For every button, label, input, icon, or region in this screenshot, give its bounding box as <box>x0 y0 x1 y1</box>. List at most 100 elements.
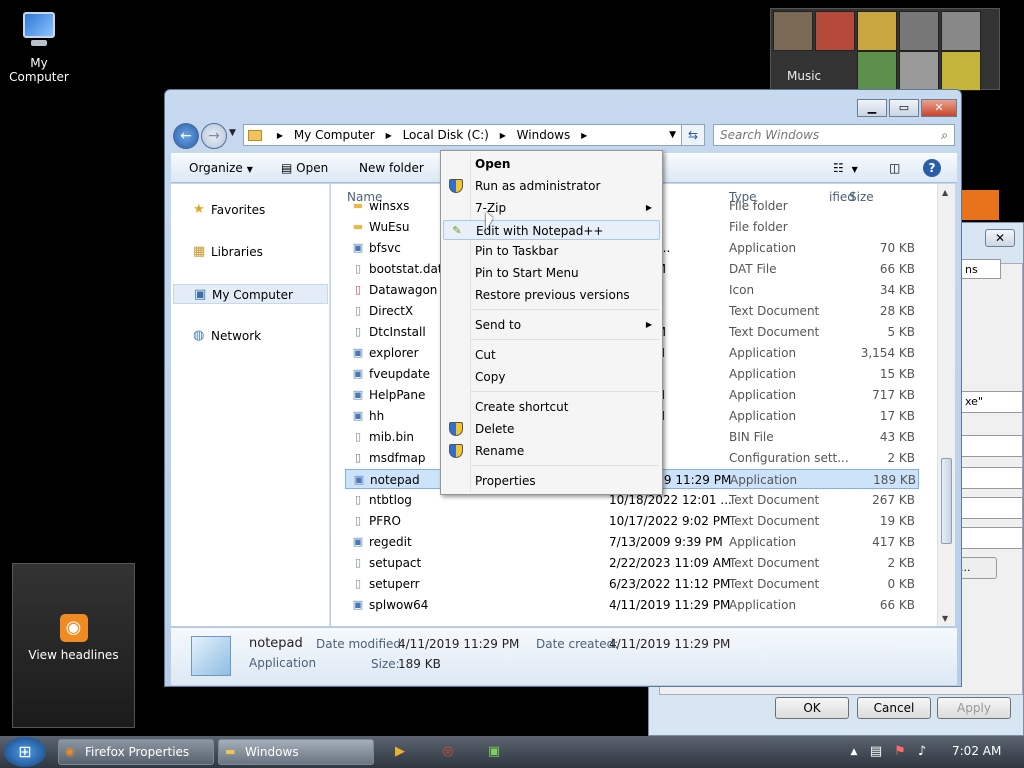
nav-item-libraries[interactable]: ▦ Libraries <box>173 242 328 262</box>
back-button[interactable]: ← <box>173 123 199 149</box>
media-gadget[interactable]: Music <box>770 8 1000 91</box>
details-created-value: 4/11/2019 11:29 PM <box>609 637 731 651</box>
menu-item-create-shortcut[interactable]: Create shortcut <box>443 397 660 417</box>
file-size: 717 KB <box>872 388 915 402</box>
file-size: 417 KB <box>872 535 915 549</box>
file-size: 267 KB <box>872 493 915 507</box>
open-button[interactable]: ▤ Open <box>281 161 328 175</box>
taskbar-firefox-properties[interactable]: ◉ Firefox Properties <box>58 739 214 765</box>
nav-item-network[interactable]: ◍ Network <box>173 326 328 346</box>
table-row[interactable]: ▯ PFRO 10/17/2022 9:02 PM Text Document 19 K… <box>345 511 919 531</box>
file-date: 7/13/2009 9:39 PM <box>609 535 723 549</box>
history-dropdown-icon[interactable]: ▼ <box>229 128 236 138</box>
help-icon[interactable]: ? <box>923 159 941 177</box>
file-size: 28 KB <box>879 304 915 318</box>
file-icon: ▯ <box>354 514 362 527</box>
cancel-button[interactable]: Cancel <box>857 697 931 719</box>
search-input[interactable] <box>720 128 920 142</box>
forward-button[interactable]: → <box>201 123 227 149</box>
scroll-thumb[interactable] <box>941 458 952 544</box>
search-box[interactable]: ⌕ <box>713 124 955 146</box>
file-name: setuperr <box>369 577 420 591</box>
table-row[interactable]: ▣ splwow64 4/11/2019 11:29 PM Application 66… <box>345 595 919 615</box>
menu-item-copy[interactable]: Copy <box>443 367 660 387</box>
action-center-icon[interactable]: ⚑ <box>892 744 908 760</box>
menu-item-edit-notepadpp[interactable]: ✎ Edit with Notepad++ <box>443 220 660 240</box>
ok-button[interactable]: OK <box>775 697 849 719</box>
media-label: Music <box>787 69 822 83</box>
file-icon: ▯ <box>354 304 362 317</box>
file-type: Application <box>729 409 797 423</box>
breadcrumb-local-disk[interactable]: Local Disk (C:) <box>403 128 489 142</box>
app-icon[interactable]: ▣ <box>486 744 502 760</box>
apply-button[interactable]: Apply <box>937 697 1011 719</box>
breadcrumb-my-computer[interactable]: My Computer <box>294 128 375 142</box>
new-folder-button[interactable]: New folder <box>359 161 424 175</box>
file-name: setupact <box>369 556 422 570</box>
dialog-field[interactable] <box>961 467 1023 489</box>
dialog-select[interactable] <box>961 497 1023 519</box>
file-type: Application <box>729 535 797 549</box>
folder-icon <box>248 130 262 141</box>
preview-pane-icon[interactable]: ◫ <box>889 161 900 175</box>
dialog-close-button[interactable]: ✕ <box>985 229 1015 247</box>
table-row[interactable]: ▯ setuperr 6/23/2022 11:12 PM Text Document… <box>345 574 919 594</box>
menu-item-delete[interactable]: Delete <box>443 419 660 439</box>
my-computer-label: My Computer <box>9 56 69 84</box>
clock[interactable]: 7:02 AM <box>952 744 1001 758</box>
menu-item-pin-start[interactable]: Pin to Start Menu <box>443 263 660 283</box>
scroll-up-icon[interactable]: ▲ <box>942 188 948 197</box>
menu-item-pin-taskbar[interactable]: Pin to Taskbar <box>443 241 660 261</box>
dialog-target-field[interactable]: xe" <box>961 391 1023 413</box>
file-icon: ▣ <box>352 598 364 611</box>
details-pane: notepad Application Date modified: 4/11/… <box>171 627 957 685</box>
rss-gadget[interactable]: ◉ View headlines <box>12 563 135 728</box>
search-icon[interactable]: ⌕ <box>941 125 948 145</box>
volume-icon[interactable]: ♪ <box>914 744 930 760</box>
notepad-icon <box>191 636 231 676</box>
menu-item-rename[interactable]: Rename <box>443 441 660 461</box>
nav-item-my-computer[interactable]: ▣ My Computer <box>173 284 328 304</box>
start-button[interactable]: ⊞ <box>4 737 46 767</box>
views-icon[interactable]: ☷ ▼ <box>833 161 858 175</box>
menu-item-run-as-admin[interactable]: Run as administrator <box>443 176 660 196</box>
dialog-field[interactable] <box>961 435 1023 457</box>
table-row[interactable]: ▣ regedit 7/13/2009 9:39 PM Application 417 … <box>345 532 919 552</box>
file-icon: ▯ <box>354 556 362 569</box>
file-size: 15 KB <box>879 367 915 381</box>
file-name: explorer <box>369 346 419 360</box>
menu-separator <box>471 339 659 340</box>
minimize-button[interactable]: ▁ <box>857 99 887 117</box>
refresh-icon[interactable]: ⇆ <box>681 124 705 146</box>
my-computer-desktop-icon[interactable]: My Computer <box>0 8 78 84</box>
table-row[interactable]: ▯ setupact 2/22/2023 11:09 AM Text Document… <box>345 553 919 573</box>
taskbar-windows-explorer[interactable]: ▬ Windows <box>218 739 374 765</box>
folder-icon: ▬ <box>225 745 236 758</box>
file-icon: ▬ <box>352 199 364 212</box>
vertical-scrollbar[interactable]: ▲ ▼ <box>937 184 955 626</box>
menu-item-send-to[interactable]: Send to ▶ <box>443 315 660 335</box>
file-icon: ▯ <box>354 325 362 338</box>
file-size: 43 KB <box>879 430 915 444</box>
address-dropdown-icon[interactable]: ▼ <box>669 125 676 145</box>
menu-item-cut[interactable]: Cut <box>443 345 660 365</box>
menu-item-open[interactable]: Open <box>443 154 660 174</box>
menu-item-properties[interactable]: Properties <box>443 471 660 491</box>
maximize-button[interactable]: ▭ <box>889 99 919 117</box>
breadcrumb-windows[interactable]: Windows <box>517 128 571 142</box>
dialog-field[interactable] <box>961 527 1023 549</box>
organize-button[interactable]: Organize ▼ <box>189 161 253 175</box>
media-player-icon[interactable]: ▶ <box>392 744 408 760</box>
file-name: splwow64 <box>369 598 429 612</box>
show-hidden-icons-icon[interactable]: ▲ <box>846 744 862 760</box>
menu-item-restore-versions[interactable]: Restore previous versions <box>443 285 660 305</box>
menu-item-7zip[interactable]: 7-Zip ▶ <box>443 198 660 218</box>
chrome-icon[interactable]: ◎ <box>440 744 456 760</box>
network-tray-icon[interactable]: ▤ <box>868 744 884 760</box>
address-bar[interactable]: ▶ My Computer ▶ Local Disk (C:) ▶ Window… <box>243 124 683 146</box>
dialog-tab[interactable]: ns <box>961 259 1001 279</box>
nav-item-favorites[interactable]: ★ Favorites <box>173 200 328 220</box>
close-button[interactable]: ✕ <box>921 99 957 117</box>
file-name: DirectX <box>369 304 414 318</box>
scroll-down-icon[interactable]: ▼ <box>942 614 948 623</box>
